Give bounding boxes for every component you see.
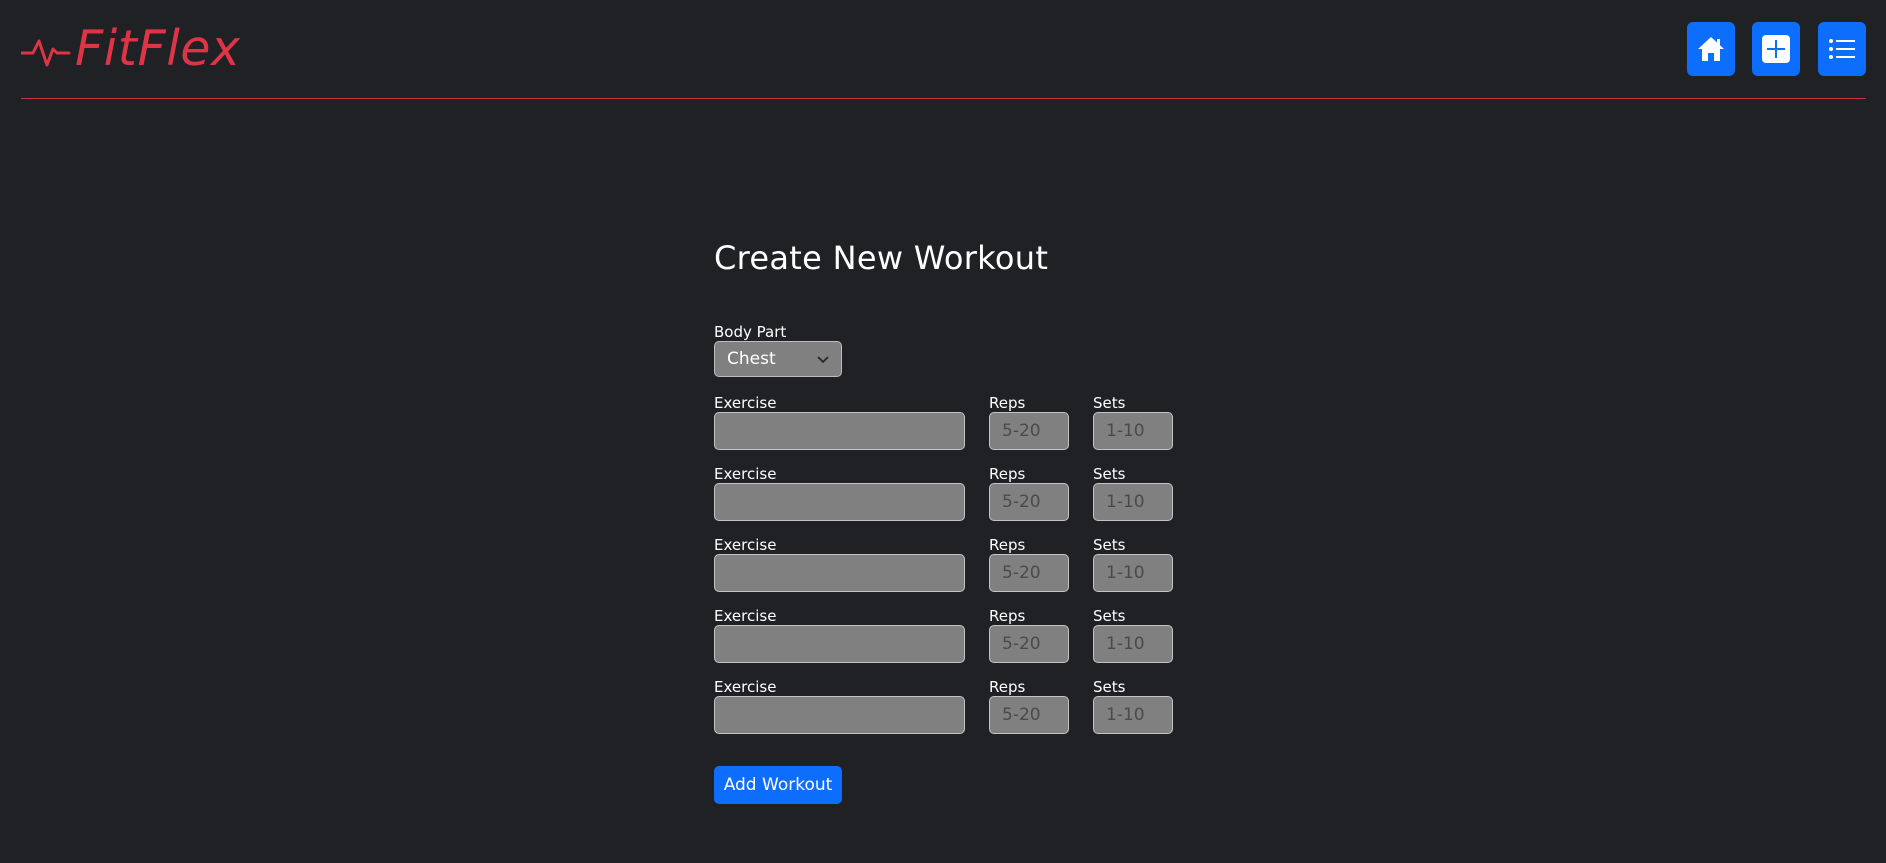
reps-input[interactable] — [989, 412, 1069, 450]
brand-logo[interactable]: FitFlex — [21, 22, 240, 76]
plus-icon — [1762, 35, 1790, 63]
body-part-label: Body Part — [714, 323, 787, 341]
exercise-input[interactable] — [714, 696, 965, 734]
sets-label: Sets — [1093, 465, 1126, 483]
reps-input[interactable] — [989, 625, 1069, 663]
reps-label: Reps — [989, 607, 1026, 625]
reps-input[interactable] — [989, 696, 1069, 734]
body-part-select[interactable]: Chest — [714, 341, 842, 377]
sets-label: Sets — [1093, 607, 1126, 625]
home-button[interactable] — [1687, 22, 1735, 76]
exercise-label: Exercise — [714, 536, 777, 554]
body-part-value: Chest — [727, 349, 776, 369]
sets-label: Sets — [1093, 394, 1126, 412]
reps-label: Reps — [989, 394, 1026, 412]
heartbeat-icon — [21, 39, 71, 67]
sets-label: Sets — [1093, 678, 1126, 696]
workout-list-button[interactable] — [1818, 22, 1866, 76]
sets-input[interactable] — [1093, 554, 1173, 592]
exercise-label: Exercise — [714, 678, 777, 696]
exercise-input[interactable] — [714, 554, 965, 592]
exercise-input[interactable] — [714, 625, 965, 663]
sets-input[interactable] — [1093, 412, 1173, 450]
add-workout-nav-button[interactable] — [1752, 22, 1800, 76]
sets-input[interactable] — [1093, 483, 1173, 521]
chevron-down-icon — [817, 356, 829, 364]
add-workout-button[interactable]: Add Workout — [714, 766, 842, 804]
sets-input[interactable] — [1093, 696, 1173, 734]
reps-input[interactable] — [989, 483, 1069, 521]
page-title: Create New Workout — [714, 239, 1049, 277]
list-icon — [1829, 39, 1855, 59]
reps-label: Reps — [989, 536, 1026, 554]
exercise-label: Exercise — [714, 465, 777, 483]
brand-name: FitFlex — [75, 20, 241, 77]
reps-input[interactable] — [989, 554, 1069, 592]
exercise-label: Exercise — [714, 394, 777, 412]
exercise-label: Exercise — [714, 607, 777, 625]
exercise-input[interactable] — [714, 412, 965, 450]
reps-label: Reps — [989, 678, 1026, 696]
exercise-input[interactable] — [714, 483, 965, 521]
home-icon — [1698, 37, 1724, 61]
sets-input[interactable] — [1093, 625, 1173, 663]
reps-label: Reps — [989, 465, 1026, 483]
sets-label: Sets — [1093, 536, 1126, 554]
navbar: FitFlex — [21, 0, 1866, 99]
